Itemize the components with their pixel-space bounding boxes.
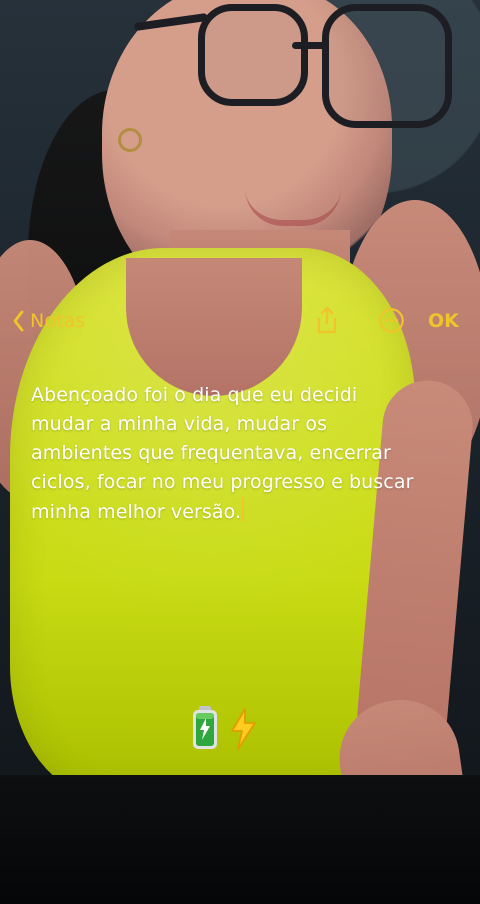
lightning-icon — [231, 708, 256, 750]
emoji-row — [191, 703, 258, 751]
ellipsis-circle-icon — [379, 308, 404, 333]
glasses-right-lens — [322, 4, 452, 128]
earring — [118, 128, 142, 152]
ok-button[interactable]: OK — [428, 308, 459, 334]
glasses-bridge — [292, 42, 326, 49]
note-text: Abençoado foi o dia que eu decidi mudar … — [31, 384, 414, 523]
notes-toolbar: Notas OK — [0, 300, 480, 344]
back-label: Notas — [30, 310, 86, 332]
back-button[interactable]: Notas — [12, 308, 85, 334]
battery-icon — [193, 706, 217, 749]
more-button[interactable] — [378, 307, 405, 334]
photo-pants — [0, 775, 480, 904]
share-icon — [317, 306, 337, 334]
glasses-left-lens — [198, 4, 308, 106]
text-cursor — [242, 497, 245, 522]
share-button[interactable] — [313, 305, 341, 335]
note-editor[interactable]: Abençoado foi o dia que eu decidi mudar … — [31, 381, 423, 527]
chevron-left-icon — [13, 310, 24, 332]
